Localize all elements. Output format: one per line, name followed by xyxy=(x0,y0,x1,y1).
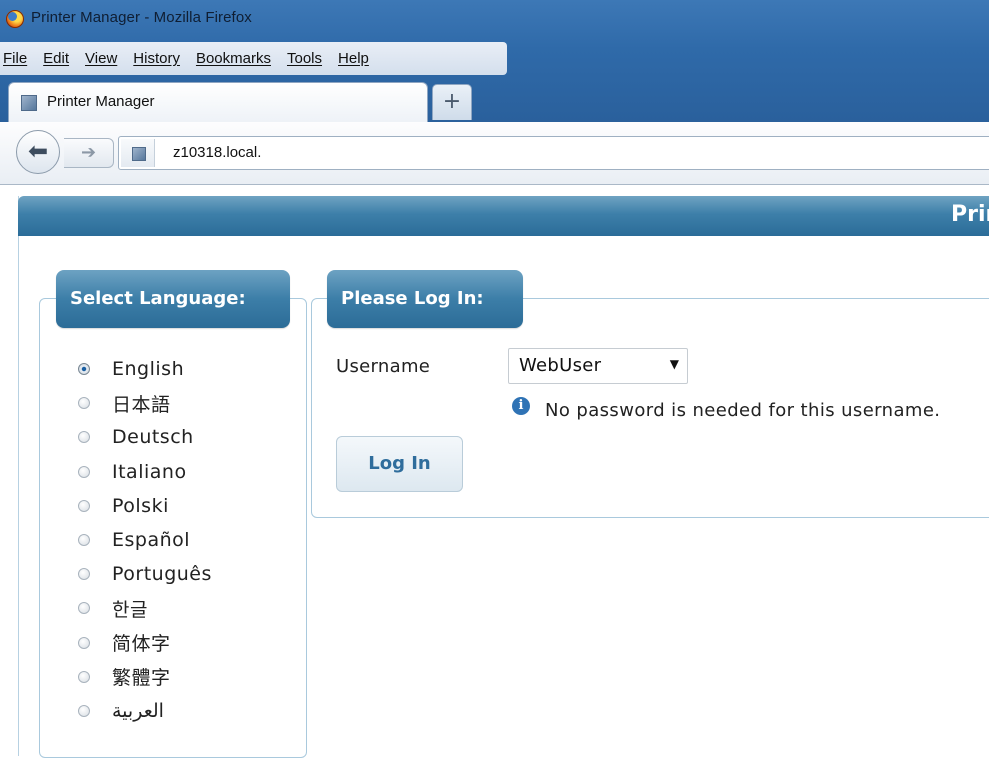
language-option-portuguese[interactable]: Português xyxy=(78,557,212,591)
back-button[interactable]: ⬅ xyxy=(16,130,60,174)
site-identity-button[interactable] xyxy=(121,139,155,167)
radio-button-selected[interactable] xyxy=(78,363,90,376)
language-label: Polski xyxy=(112,494,169,517)
url-text[interactable]: z10318.local. xyxy=(173,144,261,161)
language-label: English xyxy=(112,358,185,381)
menu-help[interactable]: Help xyxy=(338,50,369,67)
url-bar[interactable]: z10318.local. xyxy=(118,136,989,170)
log-in-button[interactable]: Log In xyxy=(336,436,463,492)
radio-button[interactable] xyxy=(78,568,90,581)
language-legend: Select Language: xyxy=(56,270,290,328)
menu-history[interactable]: History xyxy=(133,50,180,67)
page-header: Printer Manager xyxy=(18,196,989,236)
username-select[interactable]: WebUser ▼ xyxy=(508,348,688,384)
language-label: 한글 xyxy=(112,598,148,621)
menu-bar: File Edit View History Bookmarks Tools H… xyxy=(0,42,507,75)
username-label: Username xyxy=(336,356,431,377)
language-option-polish[interactable]: Polski xyxy=(78,489,212,523)
language-option-german[interactable]: Deutsch xyxy=(78,420,212,454)
window-title: Printer Manager - Mozilla Firefox xyxy=(31,9,252,26)
navigation-toolbar: ⬅ ➔ z10318.local. xyxy=(0,122,989,185)
site-favicon-icon xyxy=(132,147,146,161)
info-icon: i xyxy=(512,397,530,415)
language-label: Deutsch xyxy=(112,426,194,449)
info-text-clip: No password is needed for this username. xyxy=(540,390,989,422)
language-option-arabic[interactable]: العربية xyxy=(78,694,212,728)
language-option-spanish[interactable]: Español xyxy=(78,523,212,557)
menu-view[interactable]: View xyxy=(85,50,117,67)
language-option-english[interactable]: English xyxy=(78,352,212,386)
language-list: English 日本語 Deutsch Italiano Polski Espa… xyxy=(78,352,212,728)
radio-button[interactable] xyxy=(78,465,90,478)
page-title: Printer Manager xyxy=(951,202,989,227)
username-select-value: WebUser xyxy=(519,355,602,376)
radio-button[interactable] xyxy=(78,499,90,512)
language-option-japanese[interactable]: 日本語 xyxy=(78,386,212,420)
new-tab-button[interactable]: + xyxy=(432,84,472,120)
language-label: Italiano xyxy=(112,460,187,483)
forward-button[interactable]: ➔ xyxy=(64,138,114,168)
language-option-korean[interactable]: 한글 xyxy=(78,591,212,625)
login-legend: Please Log In: xyxy=(327,270,523,328)
radio-button[interactable] xyxy=(78,534,90,547)
radio-button[interactable] xyxy=(78,704,90,717)
page-favicon-icon xyxy=(21,95,37,111)
language-option-traditional-chinese[interactable]: 繁體字 xyxy=(78,660,212,694)
forward-arrow-icon: ➔ xyxy=(80,142,97,163)
language-label: 繁體字 xyxy=(112,667,171,690)
language-label: Português xyxy=(112,563,212,586)
back-arrow-icon: ⬅ xyxy=(27,137,49,165)
tab-printer-manager[interactable]: Printer Manager xyxy=(8,82,428,122)
language-label: Español xyxy=(112,529,191,552)
language-label: العربية xyxy=(112,699,164,722)
dropdown-arrow-icon: ▼ xyxy=(669,357,679,371)
info-text: No password is needed for this username. xyxy=(545,400,941,421)
language-option-italian[interactable]: Italiano xyxy=(78,455,212,489)
menu-file[interactable]: File xyxy=(3,50,27,67)
radio-button[interactable] xyxy=(78,602,90,615)
radio-button[interactable] xyxy=(78,670,90,683)
menu-tools[interactable]: Tools xyxy=(287,50,322,67)
tab-label: Printer Manager xyxy=(47,93,155,110)
firefox-icon xyxy=(6,10,24,28)
page-header-clip: Printer Manager xyxy=(929,196,989,236)
language-label: 简体字 xyxy=(112,633,171,656)
radio-button[interactable] xyxy=(78,431,90,444)
language-label: 日本語 xyxy=(112,393,171,416)
radio-button[interactable] xyxy=(78,636,90,649)
menu-bookmarks[interactable]: Bookmarks xyxy=(196,50,271,67)
menu-edit[interactable]: Edit xyxy=(43,50,69,67)
window-titlebar: Printer Manager - Mozilla Firefox File E… xyxy=(0,0,989,122)
radio-button[interactable] xyxy=(78,397,90,410)
language-option-simplified-chinese[interactable]: 简体字 xyxy=(78,626,212,660)
